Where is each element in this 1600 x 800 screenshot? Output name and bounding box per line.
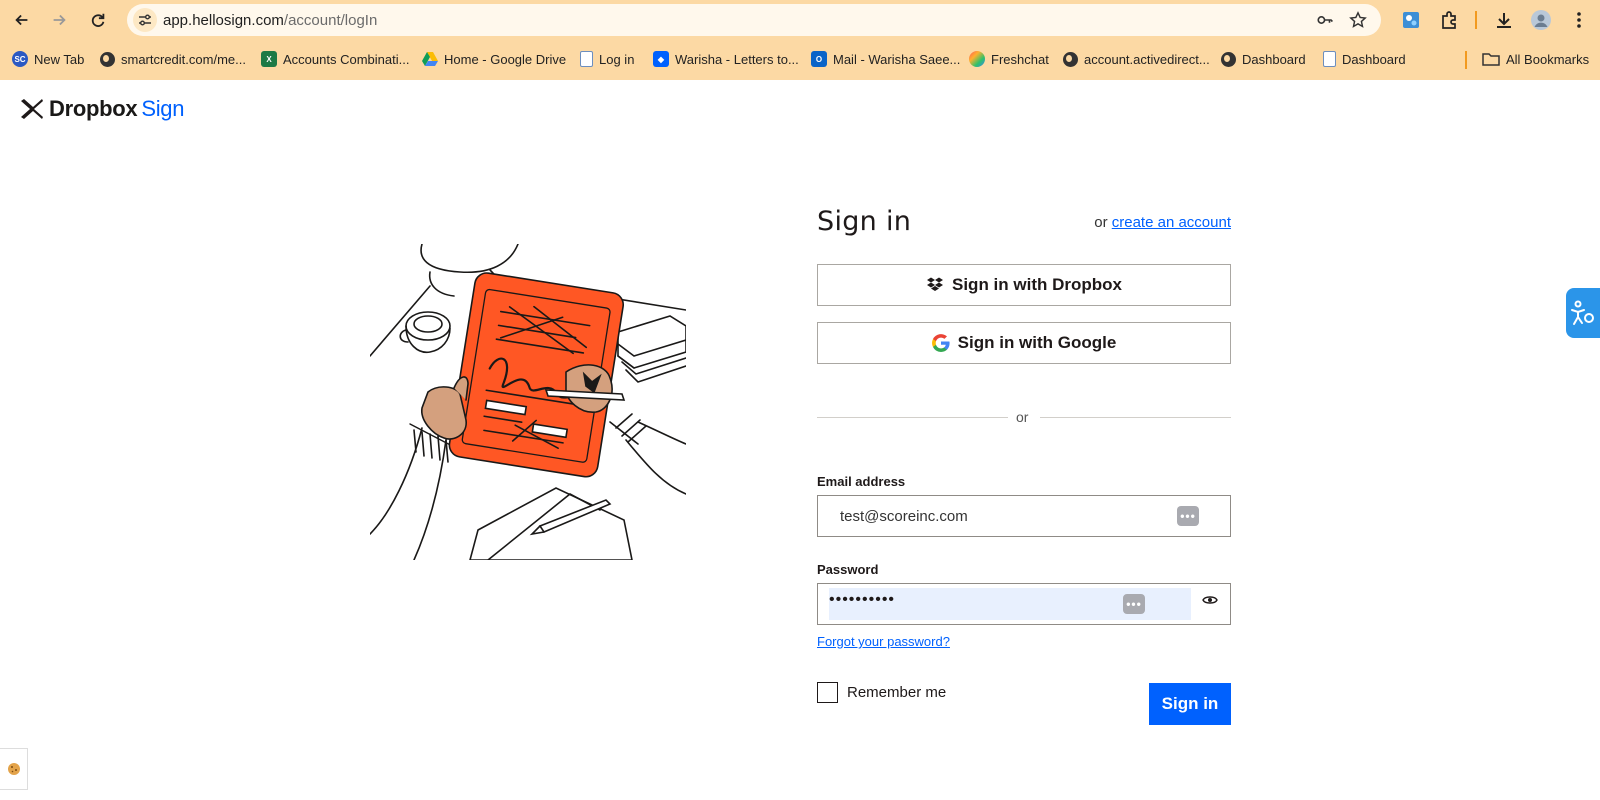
page-title: Sign in bbox=[817, 206, 912, 237]
bookmark-mail[interactable]: O Mail - Warisha Saee... bbox=[811, 48, 960, 70]
email-field[interactable]: test@scoreinc.com ••• bbox=[817, 495, 1231, 537]
bookmark-label: Accounts Combinati... bbox=[283, 51, 410, 67]
bookmark-new-tab[interactable]: SC New Tab bbox=[12, 48, 84, 70]
or-divider: or bbox=[817, 409, 1231, 425]
google-button-label: Sign in with Google bbox=[957, 333, 1117, 352]
download-icon[interactable] bbox=[1492, 8, 1516, 32]
bookmark-star-icon[interactable] bbox=[1347, 10, 1369, 30]
globe-icon bbox=[100, 51, 115, 67]
globe-icon bbox=[1221, 51, 1236, 67]
bookmark-label: Warisha - Letters to... bbox=[675, 51, 799, 67]
remember-me-label: Remember me bbox=[847, 684, 947, 701]
remember-me-checkbox[interactable] bbox=[817, 682, 838, 703]
divider-text: or bbox=[1016, 409, 1029, 425]
all-bookmarks-label: All Bookmarks bbox=[1506, 51, 1590, 67]
bookmark-google-drive[interactable]: Home - Google Drive bbox=[422, 48, 566, 70]
bookmark-smartcredit[interactable]: smartcredit.com/me... bbox=[100, 48, 246, 70]
cookie-settings-icon[interactable] bbox=[0, 748, 28, 790]
bookmark-label: smartcredit.com/me... bbox=[121, 51, 246, 67]
accessibility-widget-icon[interactable] bbox=[1566, 288, 1600, 338]
google-drive-icon bbox=[422, 52, 438, 66]
bookmark-accounts[interactable]: X Accounts Combinati... bbox=[261, 48, 409, 70]
excel-icon: X bbox=[261, 51, 277, 67]
dropbox-icon: ◆ bbox=[653, 51, 669, 67]
sc-icon: SC bbox=[12, 51, 28, 67]
create-account-prompt: or create an account bbox=[1094, 214, 1231, 231]
bookmark-freshchat[interactable]: Freshchat bbox=[969, 48, 1049, 70]
password-key-icon[interactable] bbox=[1314, 10, 1336, 30]
email-value: test@scoreinc.com bbox=[840, 508, 968, 525]
dropbox-icon bbox=[927, 277, 943, 291]
bookmarks-separator bbox=[1465, 51, 1467, 69]
bookmark-label: Dashboard bbox=[1242, 51, 1306, 67]
outlook-icon: O bbox=[811, 51, 827, 67]
password-manager-icon[interactable]: ••• bbox=[1123, 594, 1145, 614]
email-label: Email address bbox=[817, 474, 906, 489]
bookmark-dashboard-1[interactable]: Dashboard bbox=[1221, 48, 1306, 70]
bookmark-label: New Tab bbox=[34, 51, 85, 67]
signing-illustration bbox=[369, 243, 687, 561]
password-manager-icon[interactable]: ••• bbox=[1177, 506, 1199, 526]
url-text: app.hellosign.com/account/logIn bbox=[163, 12, 378, 29]
globe-icon bbox=[1063, 51, 1078, 67]
site-info-icon[interactable] bbox=[133, 8, 157, 32]
show-password-eye-icon[interactable] bbox=[1202, 594, 1218, 606]
create-account-link[interactable]: create an account bbox=[1112, 214, 1231, 231]
more-menu-icon[interactable] bbox=[1567, 8, 1591, 32]
browser-chrome: app.hellosign.com/account/logIn SC New T… bbox=[0, 0, 1600, 80]
document-icon bbox=[580, 51, 593, 67]
password-value: •••••••••• bbox=[829, 591, 896, 608]
sign-in-button[interactable]: Sign in bbox=[1149, 683, 1231, 725]
forgot-password-link[interactable]: Forgot your password? bbox=[817, 634, 950, 649]
all-bookmarks-button[interactable]: All Bookmarks bbox=[1482, 48, 1589, 70]
bookmark-dashboard-2[interactable]: Dashboard bbox=[1323, 48, 1406, 70]
bookmarks-bar: SC New Tab smartcredit.com/me... X Accou… bbox=[0, 46, 1600, 72]
bookmark-log-in[interactable]: Log in bbox=[580, 48, 634, 70]
password-field[interactable]: •••••••••• ••• bbox=[817, 583, 1231, 625]
toolbar-separator bbox=[1475, 11, 1477, 29]
bookmark-activedirectory[interactable]: account.activedirect... bbox=[1063, 48, 1210, 70]
bookmark-label: Dashboard bbox=[1342, 51, 1406, 67]
bookmark-label: Mail - Warisha Saee... bbox=[833, 51, 961, 67]
signin-header: Sign in or create an account bbox=[817, 204, 1231, 238]
document-icon bbox=[1323, 51, 1336, 67]
bookmark-warisha-letters[interactable]: ◆ Warisha - Letters to... bbox=[653, 48, 799, 70]
bookmark-label: Freshchat bbox=[991, 51, 1049, 67]
dropbox-sign-logo-icon bbox=[21, 99, 43, 119]
profile-avatar-icon[interactable] bbox=[1529, 8, 1553, 32]
dropbox-button-label: Sign in with Dropbox bbox=[952, 275, 1122, 294]
reload-icon[interactable] bbox=[84, 8, 112, 32]
back-arrow-icon[interactable] bbox=[8, 8, 36, 32]
google-g-icon bbox=[931, 334, 950, 352]
freshchat-icon bbox=[969, 51, 985, 67]
signin-with-dropbox-button[interactable]: Sign in with Dropbox bbox=[817, 264, 1231, 306]
extensions-icon[interactable] bbox=[1437, 8, 1461, 32]
signin-with-google-button[interactable]: Sign in with Google bbox=[817, 322, 1231, 364]
dropbox-sign-logo[interactable]: Dropbox Sign bbox=[21, 96, 184, 122]
folder-icon bbox=[1482, 53, 1500, 66]
extension-puzzle-blue-icon[interactable] bbox=[1399, 8, 1423, 32]
bookmark-label: account.activedirect... bbox=[1084, 51, 1210, 67]
address-bar[interactable]: app.hellosign.com/account/logIn bbox=[127, 4, 1381, 36]
bookmark-label: Log in bbox=[599, 51, 635, 67]
remember-me[interactable]: Remember me bbox=[817, 682, 946, 703]
password-label: Password bbox=[817, 562, 879, 577]
logo-text: Dropbox Sign bbox=[49, 96, 185, 121]
bookmark-label: Home - Google Drive bbox=[444, 51, 567, 67]
or-text: or bbox=[1094, 214, 1108, 231]
forward-arrow-icon[interactable] bbox=[45, 8, 73, 32]
